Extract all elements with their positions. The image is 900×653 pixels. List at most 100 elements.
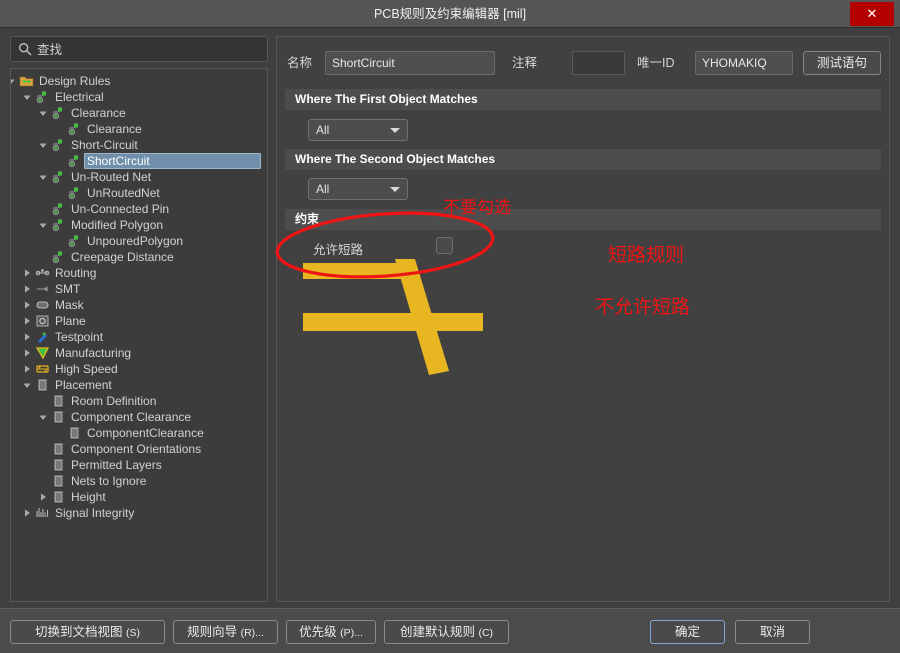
tree-item-label: Un-Routed Net xyxy=(71,169,151,185)
tree-item-modified-polygon[interactable]: Modified Polygon xyxy=(11,217,267,233)
expander-closed-icon[interactable] xyxy=(22,268,32,278)
tree-item-height[interactable]: Height xyxy=(11,489,267,505)
tree-item-routing[interactable]: Routing xyxy=(11,265,267,281)
priority-button[interactable]: 优先级 (P)... xyxy=(286,620,376,644)
rule-name-field[interactable]: ShortCircuit xyxy=(325,51,495,75)
electrical-icon xyxy=(67,154,82,168)
switch-to-document-view-button[interactable]: 切换到文档视图 (S) xyxy=(10,620,165,644)
second-object-header: Where The Second Object Matches xyxy=(285,149,881,170)
tree-item-design-rules[interactable]: Design Rules xyxy=(11,73,267,89)
expander-open-icon[interactable] xyxy=(10,76,16,86)
tree-item-electrical[interactable]: Electrical xyxy=(11,89,267,105)
tree-item-label: Room Definition xyxy=(71,393,156,409)
highspeed-icon xyxy=(35,362,50,376)
expander-open-icon[interactable] xyxy=(38,108,48,118)
cancel-button[interactable]: 取消 xyxy=(735,620,810,644)
tree-item-short-circuit[interactable]: Short-Circuit xyxy=(11,137,267,153)
tree-item-shortcircuit[interactable]: ShortCircuit xyxy=(11,153,267,169)
expander-closed-icon[interactable] xyxy=(22,300,32,310)
ok-button[interactable]: 确定 xyxy=(650,620,725,644)
tree-item-label: Electrical xyxy=(55,89,104,105)
placement-icon xyxy=(51,458,66,472)
tree-item-label: Plane xyxy=(55,313,86,329)
mask-icon xyxy=(35,298,50,312)
allow-short-circuit-checkbox[interactable] xyxy=(436,237,453,254)
tree-item-component-orientations[interactable]: Component Orientations xyxy=(11,441,267,457)
tree-item-componentclearance[interactable]: ComponentClearance xyxy=(11,425,267,441)
tree-item-label: ShortCircuit xyxy=(87,153,150,169)
placement-icon xyxy=(51,474,66,488)
electrical-icon xyxy=(67,234,82,248)
tree-item-label: SMT xyxy=(55,281,80,297)
design-rules-tree[interactable]: Design RulesElectricalClearanceClearance… xyxy=(10,68,268,602)
tree-item-placement[interactable]: Placement xyxy=(11,377,267,393)
pcb-rules-dialog: PCB规则及约束编辑器 [mil] ✕ 查找 Design RulesElect… xyxy=(0,0,900,653)
expander-open-icon[interactable] xyxy=(38,412,48,422)
rule-wizard-button[interactable]: 规则向导 (R)... xyxy=(173,620,278,644)
second-object-scope-select[interactable]: All xyxy=(308,178,408,200)
test-statement-button[interactable]: 测试语句 xyxy=(803,51,881,75)
tree-item-component-clearance[interactable]: Component Clearance xyxy=(11,409,267,425)
expander-closed-icon[interactable] xyxy=(22,348,32,358)
rule-header-row: 名称 ShortCircuit 注释 唯一ID YHOMAKIQ 测试语句 xyxy=(287,51,881,75)
expander-closed-icon[interactable] xyxy=(22,508,32,518)
close-icon[interactable]: ✕ xyxy=(850,2,894,26)
tree-item-label: Placement xyxy=(55,377,112,393)
tree-item-label: Manufacturing xyxy=(55,345,131,361)
annotation-no-short-circuit: 不允许短路 xyxy=(595,292,690,319)
expander-open-icon[interactable] xyxy=(22,92,32,102)
tree-item-testpoint[interactable]: Testpoint xyxy=(11,329,267,345)
search-input[interactable]: 查找 xyxy=(10,36,268,62)
tree-item-signal-integrity[interactable]: Signal Integrity xyxy=(11,505,267,521)
tree-item-un-connected-pin[interactable]: Un-Connected Pin xyxy=(11,201,267,217)
expander-closed-icon[interactable] xyxy=(22,284,32,294)
manufacturing-icon xyxy=(35,346,50,360)
comment-field[interactable] xyxy=(572,51,625,75)
tree-item-nets-to-ignore[interactable]: Nets to Ignore xyxy=(11,473,267,489)
expander-closed-icon[interactable] xyxy=(38,492,48,502)
tree-item-plane[interactable]: Plane xyxy=(11,313,267,329)
placement-icon xyxy=(51,394,66,408)
tree-item-creepage-distance[interactable]: Creepage Distance xyxy=(11,249,267,265)
expander-closed-icon[interactable] xyxy=(22,316,32,326)
tree-item-permitted-layers[interactable]: Permitted Layers xyxy=(11,457,267,473)
tree-item-label: Short-Circuit xyxy=(71,137,138,153)
tree-item-smt[interactable]: SMT xyxy=(11,281,267,297)
rules-tree-panel: 查找 Design RulesElectricalClearanceCleara… xyxy=(10,36,268,602)
name-label: 名称 xyxy=(287,51,312,75)
tree-item-label: Design Rules xyxy=(39,73,110,89)
dialog-footer: 切换到文档视图 (S) 规则向导 (R)... 优先级 (P)... 创建默认规… xyxy=(0,608,900,653)
expander-open-icon[interactable] xyxy=(38,140,48,150)
tree-item-label: Creepage Distance xyxy=(71,249,174,265)
tree-item-label: Modified Polygon xyxy=(71,217,163,233)
expander-closed-icon[interactable] xyxy=(22,364,32,374)
electrical-icon xyxy=(51,170,66,184)
tree-item-label: Component Orientations xyxy=(71,441,201,457)
tree-item-mask[interactable]: Mask xyxy=(11,297,267,313)
unique-id-field[interactable]: YHOMAKIQ xyxy=(695,51,793,75)
tree-item-high-speed[interactable]: High Speed xyxy=(11,361,267,377)
tree-item-un-routed-net[interactable]: Un-Routed Net xyxy=(11,169,267,185)
tree-item-unroutednet[interactable]: UnRoutedNet xyxy=(11,185,267,201)
first-object-scope-select[interactable]: All xyxy=(308,119,408,141)
window-title: PCB规则及约束编辑器 [mil] xyxy=(0,0,900,28)
tree-item-room-definition[interactable]: Room Definition xyxy=(11,393,267,409)
expander-open-icon[interactable] xyxy=(38,220,48,230)
expander-closed-icon[interactable] xyxy=(22,332,32,342)
tree-item-clearance[interactable]: Clearance xyxy=(11,121,267,137)
tree-item-label: Routing xyxy=(55,265,96,281)
electrical-icon xyxy=(51,250,66,264)
first-object-header: Where The First Object Matches xyxy=(285,89,881,110)
placement-icon xyxy=(67,426,82,440)
create-default-rules-button[interactable]: 创建默认规则 (C) xyxy=(384,620,509,644)
placement-icon xyxy=(51,442,66,456)
btn-label: 切换到文档视图 xyxy=(35,625,123,639)
placement-icon xyxy=(51,490,66,504)
comment-label: 注释 xyxy=(512,51,537,75)
expander-open-icon[interactable] xyxy=(22,380,32,390)
signal-icon xyxy=(35,506,50,520)
tree-item-clearance[interactable]: Clearance xyxy=(11,105,267,121)
tree-item-manufacturing[interactable]: Manufacturing xyxy=(11,345,267,361)
tree-item-unpouredpolygon[interactable]: UnpouredPolygon xyxy=(11,233,267,249)
expander-open-icon[interactable] xyxy=(38,172,48,182)
